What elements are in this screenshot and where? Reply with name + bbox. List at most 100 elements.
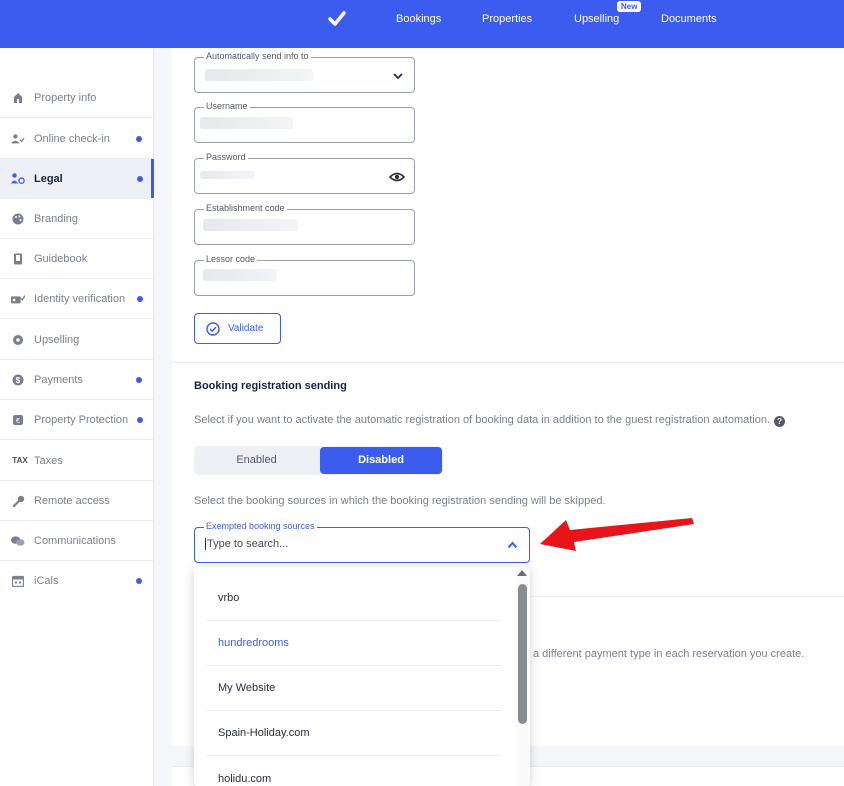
chevron-up-icon[interactable] xyxy=(507,541,518,549)
section-title: Booking registration sending xyxy=(194,380,347,392)
house-icon xyxy=(11,91,25,105)
sidebar-item-label: Identity verification xyxy=(34,292,126,305)
sidebar-item-property-info[interactable]: Property info xyxy=(0,78,153,118)
search-input[interactable] xyxy=(205,538,485,550)
sidebar-item-payments[interactable]: $ Payments xyxy=(0,360,153,400)
user-check-icon xyxy=(11,132,25,146)
sidebar-item-label: Property Protection xyxy=(34,413,129,426)
establishment-code-field[interactable]: Establishment code xyxy=(194,203,415,245)
sidebar-item-communications[interactable]: Communications xyxy=(0,521,153,561)
notification-dot xyxy=(137,175,143,182)
book-icon xyxy=(11,252,25,266)
scrollbar-thumb[interactable] xyxy=(518,584,527,724)
palette-icon xyxy=(11,212,25,226)
sidebar-item-label: Payments xyxy=(34,373,83,386)
sidebar-item-property-protection[interactable]: € Property Protection xyxy=(0,400,153,440)
help-icon[interactable]: ? xyxy=(774,416,786,427)
sidebar-item-label: Online check-in xyxy=(34,132,110,145)
section-description-text: Select if you want to activate the autom… xyxy=(194,414,771,426)
shield-icon: € xyxy=(11,413,25,427)
redacted-value xyxy=(205,69,313,81)
sidebar-item-remote-access[interactable]: Remote access xyxy=(0,481,153,521)
sidebar-item-online-check-in[interactable]: Online check-in xyxy=(0,119,153,159)
nav-bookings[interactable]: Bookings xyxy=(396,13,441,25)
sources-description: Select the booking sources in which the … xyxy=(194,495,606,507)
sidebar-item-identity-verification[interactable]: Identity verification xyxy=(0,279,153,319)
notification-dot xyxy=(136,578,142,584)
field-legend: Establishment code xyxy=(204,203,287,213)
dropdown-option[interactable]: hundredrooms xyxy=(206,621,501,666)
dollar-icon: $ xyxy=(11,373,25,387)
notification-dot xyxy=(136,376,142,383)
nav-properties[interactable]: Properties xyxy=(482,13,532,25)
validate-label: Validate xyxy=(228,323,264,334)
dropdown-option[interactable]: Spain-Holiday.com xyxy=(206,711,501,756)
exempted-sources-select[interactable]: Exempted booking sources xyxy=(194,521,530,563)
validate-button[interactable]: Validate xyxy=(194,313,281,344)
toggle-disabled[interactable]: Disabled xyxy=(320,447,442,474)
calendar-icon xyxy=(11,574,25,588)
field-legend: Automatically send info to xyxy=(204,51,311,61)
checkmark-icon[interactable] xyxy=(327,9,347,29)
new-badge: New xyxy=(617,1,642,12)
password-field[interactable]: Password xyxy=(194,152,415,194)
redacted-value xyxy=(203,269,277,281)
eye-icon[interactable] xyxy=(389,170,405,184)
field-legend: Lessor code xyxy=(204,254,258,264)
section-description: Select if you want to activate the autom… xyxy=(194,414,786,427)
scroll-up-arrow-icon[interactable] xyxy=(517,570,527,576)
sidebar-item-branding[interactable]: Branding xyxy=(0,199,153,239)
nav-upselling[interactable]: Upselling xyxy=(574,13,619,25)
dropdown-option[interactable]: holidu.com xyxy=(206,756,501,786)
field-legend: Password xyxy=(204,152,248,162)
sidebar-item-label: Communications xyxy=(34,534,116,547)
lessor-code-field[interactable]: Lessor code xyxy=(194,254,415,296)
sidebar-item-label: Property info xyxy=(34,91,97,104)
red-arrow-annotation xyxy=(540,518,694,551)
sidebar-item-icals[interactable]: iCals xyxy=(0,561,153,601)
redacted-value xyxy=(203,219,298,231)
gear-icon xyxy=(11,333,25,347)
field-legend: Exempted booking sources xyxy=(204,521,317,531)
sidebar-item-label: Guidebook xyxy=(34,252,88,265)
scrollbar[interactable] xyxy=(516,567,530,786)
top-navigation: Bookings Properties Upselling New Docume… xyxy=(0,0,844,48)
field-legend: Username xyxy=(204,101,250,111)
divider xyxy=(530,596,844,597)
sidebar: Property info Online check-in Legal Bran… xyxy=(0,48,154,786)
sidebar-item-label: Taxes xyxy=(34,454,63,467)
check-circle-icon xyxy=(206,321,220,336)
notification-dot xyxy=(137,295,143,302)
sidebar-item-legal[interactable]: Legal xyxy=(0,159,154,199)
chevron-down-icon xyxy=(393,73,403,80)
sidebar-item-label: Branding xyxy=(34,212,79,225)
notification-dot xyxy=(137,416,143,423)
sources-dropdown: vrbo hundredrooms My Website Spain-Holid… xyxy=(194,567,530,786)
partially-hidden-text: a different payment type in each reserva… xyxy=(533,648,805,660)
username-field[interactable]: Username xyxy=(194,101,415,143)
notification-dot xyxy=(136,135,142,142)
sidebar-item-label: Legal xyxy=(34,172,63,185)
id-card-icon xyxy=(11,292,25,306)
registration-toggle: Enabled Disabled xyxy=(194,446,443,475)
sidebar-item-taxes[interactable]: TAX Taxes xyxy=(0,441,153,481)
auto-send-select[interactable]: Automatically send info to xyxy=(194,51,415,93)
chat-icon xyxy=(11,534,25,548)
sidebar-item-label: iCals xyxy=(34,575,59,587)
nav-documents[interactable]: Documents xyxy=(661,13,717,25)
sidebar-item-guidebook[interactable]: Guidebook xyxy=(0,239,153,279)
divider xyxy=(172,362,844,363)
legal-icon xyxy=(11,172,25,186)
toggle-enabled[interactable]: Enabled xyxy=(194,446,319,475)
sidebar-item-label: Upselling xyxy=(34,333,80,346)
svg-text:€: € xyxy=(16,418,20,425)
tax-icon: TAX xyxy=(12,456,28,465)
dropdown-option[interactable]: My Website xyxy=(206,666,501,711)
sidebar-item-upselling[interactable]: Upselling xyxy=(0,320,153,360)
redacted-value xyxy=(200,171,255,179)
sidebar-item-label: Remote access xyxy=(34,494,110,507)
redacted-value xyxy=(200,117,293,129)
dropdown-option[interactable]: vrbo xyxy=(206,576,501,621)
key-icon xyxy=(11,494,25,508)
svg-text:$: $ xyxy=(16,376,21,385)
